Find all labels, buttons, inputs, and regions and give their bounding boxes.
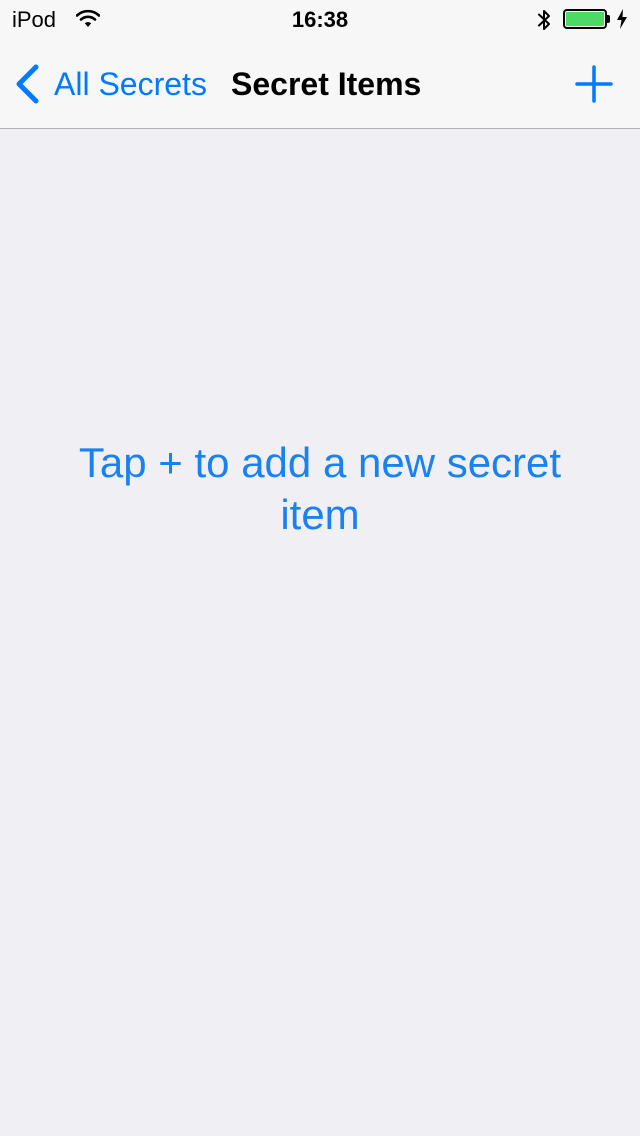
top-bar: iPod 16:38 All Secrets Secret Items	[0, 0, 640, 129]
empty-state-message: Tap + to add a new secret item	[78, 439, 562, 538]
chevron-left-icon	[14, 64, 40, 104]
page-title: Secret Items	[231, 66, 422, 102]
battery-icon	[563, 9, 610, 29]
navigation-bar: All Secrets Secret Items	[0, 40, 640, 128]
add-button[interactable]	[570, 60, 618, 108]
secret-items-list: Tap + to add a new secret item	[0, 129, 640, 1136]
back-button[interactable]: All Secrets	[14, 64, 207, 104]
status-bar: iPod 16:38	[0, 0, 640, 40]
plus-icon	[570, 65, 618, 112]
bluetooth-icon	[536, 8, 552, 37]
charging-bolt-icon	[616, 8, 628, 35]
battery-level-fill	[566, 12, 604, 26]
back-button-label: All Secrets	[54, 66, 207, 102]
